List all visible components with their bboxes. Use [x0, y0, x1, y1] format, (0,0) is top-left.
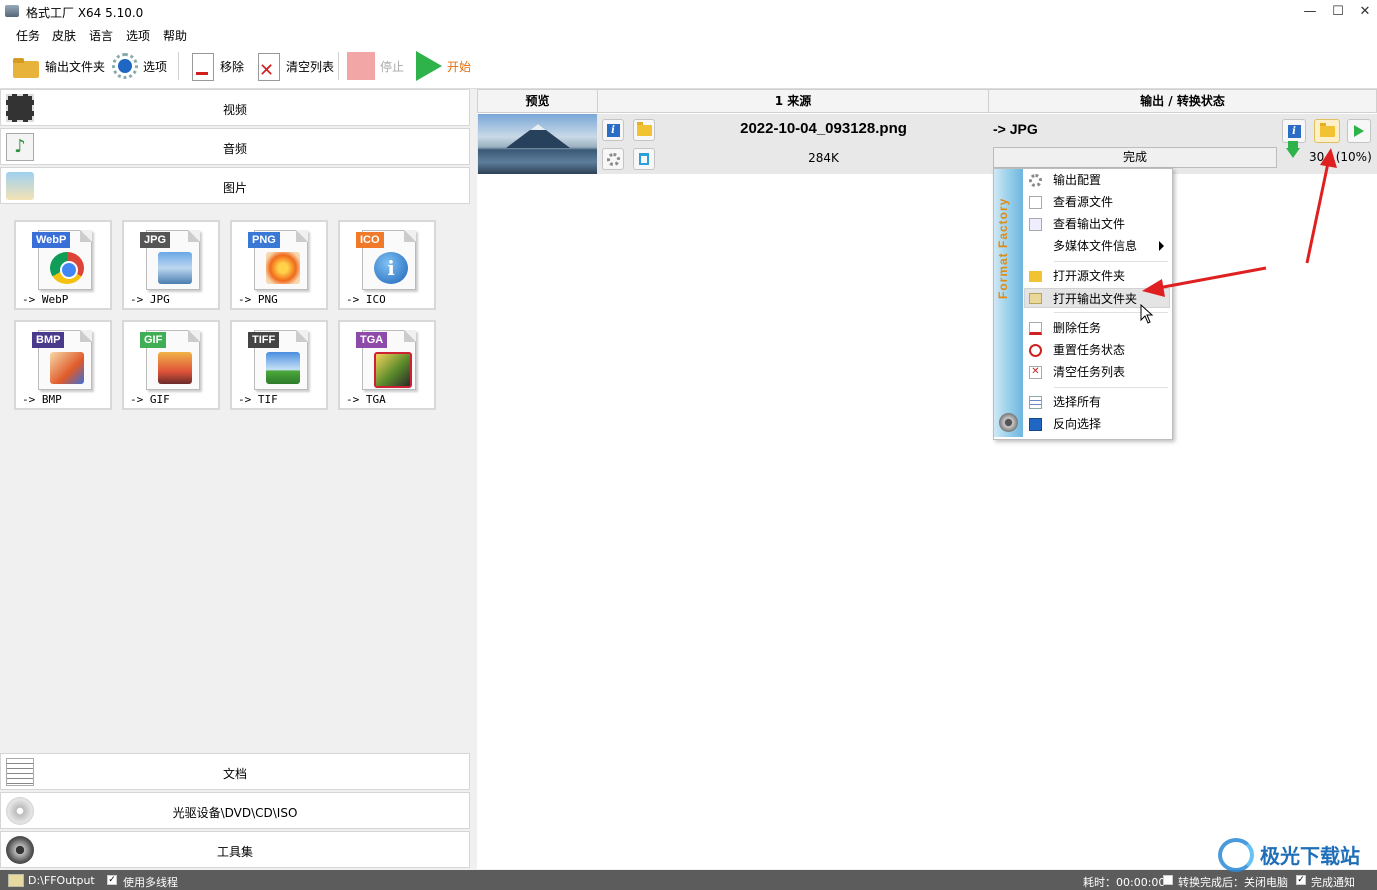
multithread-checkbox[interactable]: ✓ [107, 875, 117, 885]
annotation-arrow-head [1320, 148, 1337, 168]
watermark: 极光下载站 [1218, 834, 1377, 874]
elapsed-time: 耗时：00:00:00 [1083, 876, 1166, 889]
shutdown-label: 转换完成后：关闭电脑 [1178, 876, 1288, 889]
status-bar: D:\FFOutput ✓ 使用多线程 耗时：00:00:00 转换完成后：关闭… [0, 870, 1377, 890]
notify-checkbox[interactable]: ✓ [1296, 875, 1306, 885]
annotation-arrows [1142, 148, 1337, 297]
notify-label: 完成通知 [1311, 876, 1355, 889]
annotation-arrow-head [1142, 279, 1165, 297]
multithread-label: 使用多线程 [123, 876, 178, 889]
annotation-arrow-line [1305, 162, 1330, 264]
annotation-arrow-line [1157, 266, 1267, 290]
watermark-logo-icon [1218, 838, 1254, 872]
output-path[interactable]: D:\FFOutput [28, 874, 95, 887]
shutdown-checkbox[interactable] [1163, 875, 1173, 885]
folder-icon [8, 874, 24, 887]
watermark-text: 极光下载站 [1260, 844, 1360, 868]
